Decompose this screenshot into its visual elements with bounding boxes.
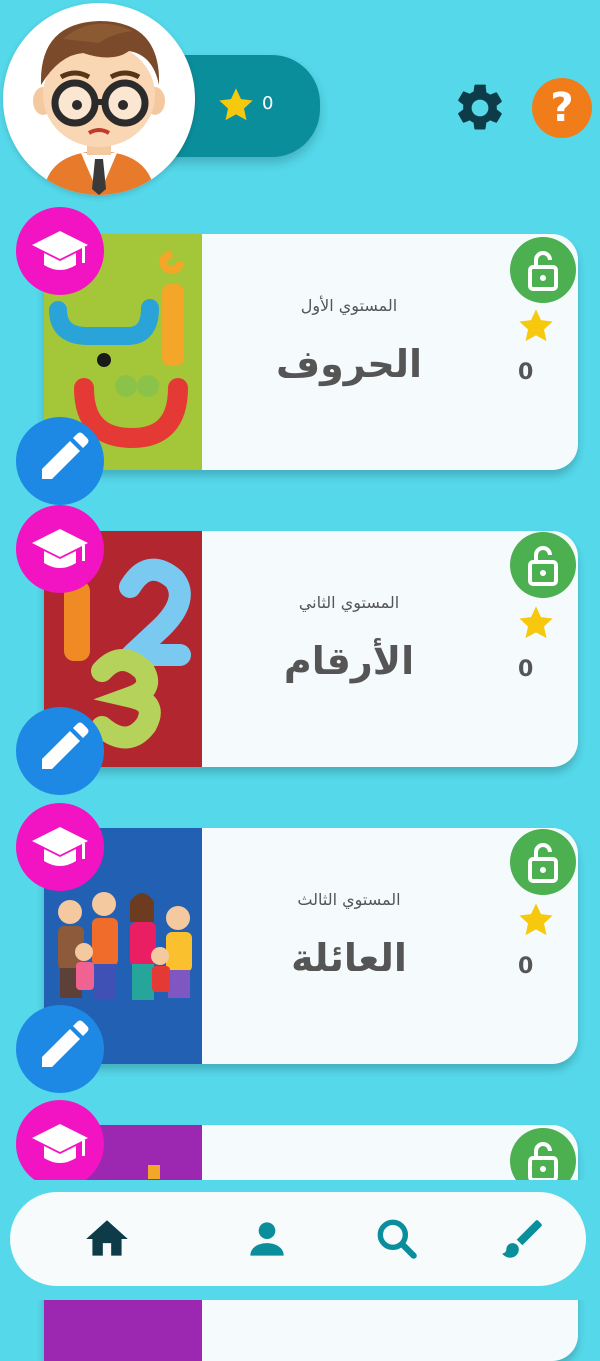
graduation-cap-button[interactable] bbox=[16, 803, 104, 891]
star-icon bbox=[519, 309, 553, 342]
help-icon[interactable]: ? bbox=[532, 78, 592, 138]
profile-icon[interactable] bbox=[242, 1214, 292, 1264]
search-icon[interactable] bbox=[372, 1214, 422, 1264]
star-icon bbox=[219, 88, 253, 121]
star-icon bbox=[519, 903, 553, 936]
edit-button[interactable] bbox=[16, 707, 104, 795]
home-icon[interactable] bbox=[82, 1214, 132, 1264]
level-label: المستوي الثاني bbox=[298, 593, 400, 612]
edit-button[interactable] bbox=[16, 417, 104, 505]
lock-icon bbox=[510, 532, 576, 598]
lock-icon bbox=[510, 237, 576, 303]
graduation-cap-button[interactable] bbox=[16, 505, 104, 593]
stars-count: 0 bbox=[518, 360, 534, 385]
level-card-numbers[interactable]: المستوي الثاني الأرقام 0 bbox=[44, 531, 578, 767]
level-label: المستوي الأول bbox=[300, 296, 398, 315]
score-value: 0 bbox=[262, 93, 274, 114]
stars-count: 0 bbox=[518, 954, 534, 979]
level-title: العائلة bbox=[291, 936, 407, 980]
level-card-family[interactable]: المستوي الثالث العائلة 0 bbox=[44, 828, 578, 1064]
level-label: المستوي الثالث bbox=[297, 890, 401, 909]
graduation-cap-button[interactable] bbox=[16, 207, 104, 295]
edit-button[interactable] bbox=[16, 1005, 104, 1093]
nav-bar bbox=[10, 1192, 586, 1286]
brush-icon[interactable] bbox=[498, 1214, 548, 1264]
lock-icon bbox=[510, 829, 576, 895]
avatar[interactable] bbox=[3, 3, 195, 195]
level-title: الأرقام bbox=[283, 639, 415, 683]
bottom-navigation bbox=[0, 1180, 600, 1300]
stars-count: 0 bbox=[518, 657, 534, 682]
level-title: الحروف bbox=[275, 342, 423, 386]
gear-icon[interactable] bbox=[452, 80, 508, 136]
level-card-letters[interactable]: المستوي الأول الحروف 0 bbox=[44, 234, 578, 470]
star-icon bbox=[519, 606, 553, 639]
graduation-cap-button[interactable] bbox=[16, 1100, 104, 1188]
